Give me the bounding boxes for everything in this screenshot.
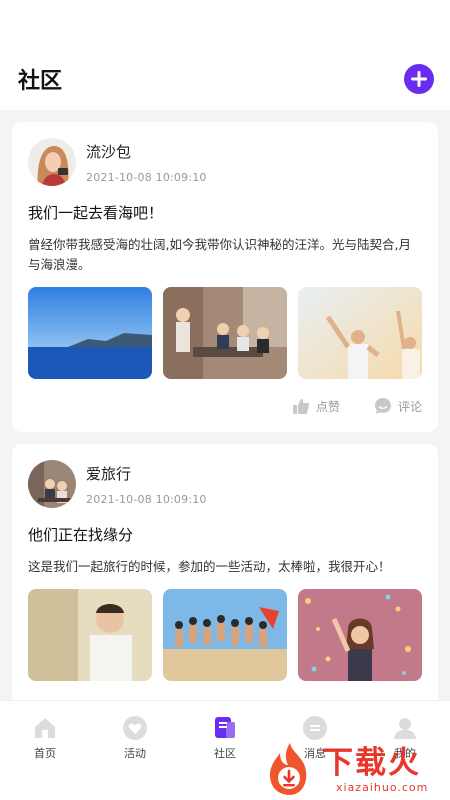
post-photos	[28, 287, 422, 379]
man-portrait-photo[interactable]	[28, 589, 152, 681]
post-feed: 流沙包 2021-10-08 10:09:10 我们一起去看海吧！ 曾经你带我感…	[0, 110, 450, 700]
post-title: 我们一起去看海吧！	[28, 204, 164, 222]
post-time: 2021-10-08 10:09:10	[86, 492, 207, 506]
thumbs-up-icon	[292, 399, 310, 414]
watermark-url: xiazaihuo.com	[336, 780, 429, 794]
post-card[interactable]: 爱旅行 2021-10-08 10:09:10 他们正在找缘分 这是我们一起旅行…	[12, 444, 438, 700]
comment-label: 评论	[397, 399, 422, 414]
username[interactable]: 流沙包	[86, 141, 207, 162]
status-bar	[0, 0, 450, 48]
post-author: 流沙包 2021-10-08 10:09:10	[28, 122, 422, 186]
tab-home[interactable]: 首页	[0, 701, 90, 800]
post-photos	[28, 589, 422, 681]
post-body: 曾经你带我感受海的壮阔,如今我带你认识神秘的汪洋。光与陆契合,月与海浪漫。	[28, 237, 411, 272]
tab-label: 活动	[124, 747, 146, 760]
group-jump-photo[interactable]	[163, 589, 287, 681]
watermark-brand: 下载火	[322, 744, 421, 781]
tab-label: 社区	[214, 747, 236, 760]
post-card[interactable]: 流沙包 2021-10-08 10:09:10 我们一起去看海吧！ 曾经你带我感…	[12, 122, 438, 432]
like-button[interactable]: 点赞	[292, 397, 340, 415]
beach-party-photo[interactable]	[298, 287, 422, 379]
post-title: 他们正在找缘分	[28, 526, 134, 544]
tab-community[interactable]: 社区	[180, 701, 270, 800]
tab-label: 首页	[34, 747, 56, 760]
page-title: 社区	[18, 69, 63, 94]
post-time: 2021-10-08 10:09:10	[86, 170, 207, 184]
like-label: 点赞	[315, 399, 340, 414]
heart-icon	[123, 716, 147, 740]
comment-button[interactable]: 评论	[374, 397, 422, 415]
header: 社区	[0, 48, 450, 110]
post-body: 这是我们一起旅行的时候，参加的一些活动，太棒啦，我很开心！	[28, 559, 391, 574]
comment-icon	[374, 398, 391, 414]
post-author: 爱旅行 2021-10-08 10:09:10	[28, 444, 422, 508]
community-icon	[215, 717, 235, 738]
avatar[interactable]	[28, 138, 76, 186]
watermark: 下载火 xiazaihuo.com	[262, 738, 448, 800]
home-icon	[35, 718, 55, 738]
plus-icon	[411, 71, 427, 87]
post-actions: 点赞 评论	[28, 397, 422, 415]
add-post-button[interactable]	[404, 64, 434, 94]
flame-logo-icon	[270, 743, 307, 795]
sea-photo[interactable]	[28, 287, 152, 379]
tab-activity[interactable]: 活动	[90, 701, 180, 800]
avatar[interactable]	[28, 460, 76, 508]
friends-cafe-photo[interactable]	[163, 287, 287, 379]
username[interactable]: 爱旅行	[86, 463, 207, 484]
confetti-photo[interactable]	[298, 589, 422, 681]
